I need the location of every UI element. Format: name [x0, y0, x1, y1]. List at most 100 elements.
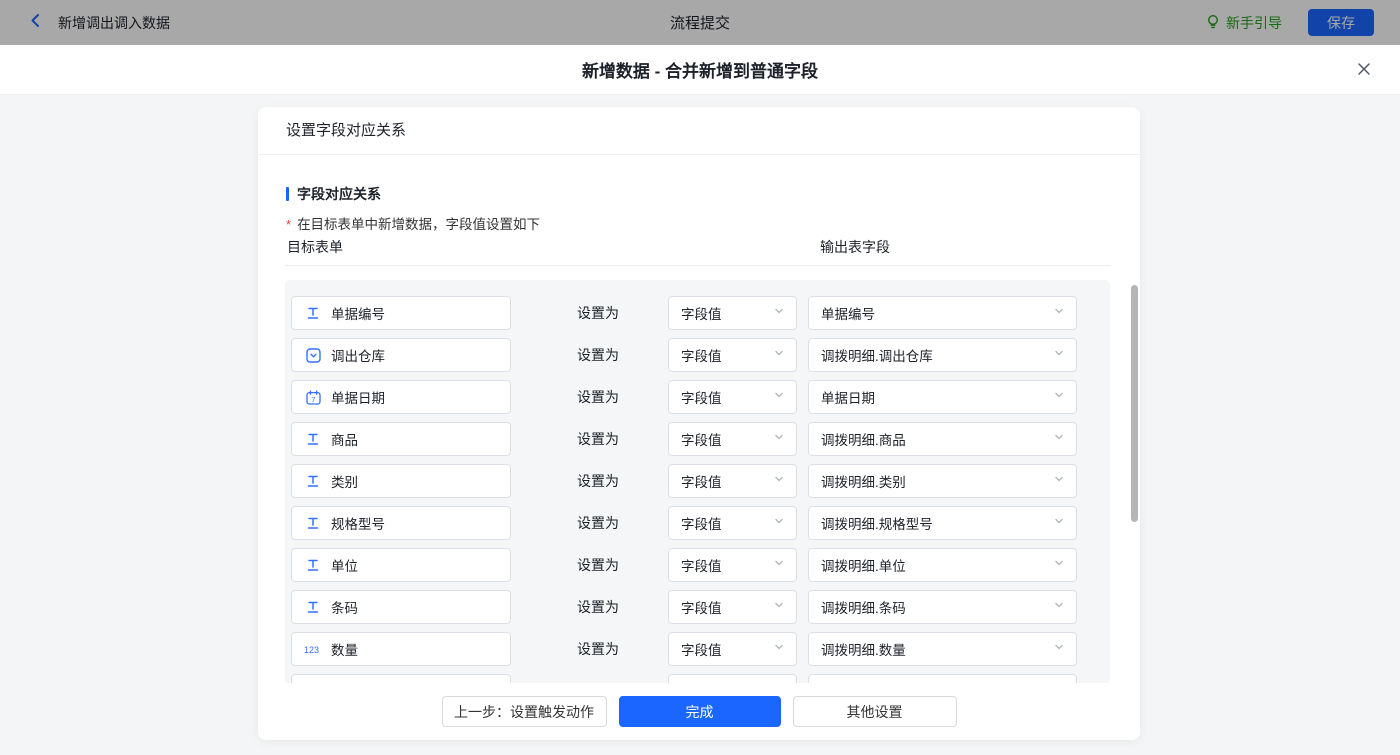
target-field-select[interactable]: 单据编号 [808, 296, 1077, 330]
value-type-select[interactable]: 字段值 [668, 338, 797, 372]
value-type-select[interactable]: 字段值 [668, 632, 797, 666]
modal-body: 设置字段对应关系 字段对应关系 *在目标表单中新增数据，字段值设置如下 目标表单… [0, 95, 1400, 755]
text-field-icon [304, 515, 322, 531]
source-field-input[interactable]: 7 123 条码 [291, 590, 511, 624]
field-mapping-row-partial [291, 674, 1110, 683]
target-field-select[interactable]: 调拨明细.条码 [808, 590, 1077, 624]
target-field-select[interactable] [808, 674, 1077, 683]
modal-title: 新增数据 - 合并新增到普通字段 [582, 57, 818, 82]
source-field-input[interactable]: 7 123 规格型号 [291, 506, 511, 540]
set-as-label: 设置为 [577, 506, 639, 540]
source-field-input[interactable] [291, 674, 511, 683]
set-as-label: 设置为 [577, 380, 639, 414]
other-settings-button[interactable]: 其他设置 [793, 696, 957, 727]
target-field-selected: 调拨明细.数量 [821, 639, 906, 659]
target-field-select[interactable]: 调拨明细.类别 [808, 464, 1077, 498]
text-field-icon [304, 305, 322, 321]
set-as-label: 设置为 [577, 464, 639, 498]
chevron-down-icon [772, 430, 786, 449]
previous-step-button[interactable]: 上一步：设置触发动作 [442, 696, 607, 727]
target-field-selected: 单据日期 [821, 387, 875, 407]
date-field-icon: 7 [304, 389, 322, 405]
source-field-input[interactable]: 7 123 类别 [291, 464, 511, 498]
value-type-select[interactable] [668, 674, 797, 683]
chevron-down-icon [1052, 598, 1066, 617]
chevron-down-icon [772, 514, 786, 533]
value-type-selected: 字段值 [681, 471, 722, 491]
source-field-input[interactable]: 7 123 商品 [291, 422, 511, 456]
modal-dim-overlay [0, 0, 1400, 45]
text-field-icon [304, 599, 322, 615]
target-field-selected: 调拨明细.类别 [821, 471, 906, 491]
chevron-down-icon [1052, 640, 1066, 659]
close-icon [1356, 61, 1372, 80]
field-mapping-list: 7 123 单据编号 设置为 字段值 单据编号 [285, 280, 1110, 683]
scrollbar-thumb[interactable] [1131, 285, 1138, 522]
svg-text:123: 123 [304, 645, 319, 655]
source-field-input[interactable]: 7 123 单据编号 [291, 296, 511, 330]
target-field-select[interactable]: 单据日期 [808, 380, 1077, 414]
number-field-icon: 123 [304, 641, 322, 657]
field-mapping-row: 7 123 单据编号 设置为 字段值 单据编号 [291, 296, 1110, 338]
set-as-label: 设置为 [577, 296, 639, 330]
chevron-down-icon [772, 304, 786, 323]
value-type-selected: 字段值 [681, 387, 722, 407]
field-mapping-row: 7 123 条码 设置为 字段值 调拨明细.条码 [291, 590, 1110, 632]
value-type-select[interactable]: 字段值 [668, 380, 797, 414]
source-field-label: 数量 [331, 639, 358, 659]
target-field-select[interactable]: 调拨明细.商品 [808, 422, 1077, 456]
target-field-select[interactable]: 调拨明细.单位 [808, 548, 1077, 582]
source-field-label: 调出仓库 [331, 345, 385, 365]
target-field-selected: 调拨明细.调出仓库 [821, 345, 933, 365]
value-type-select[interactable]: 字段值 [668, 422, 797, 456]
svg-text:7: 7 [311, 395, 315, 404]
done-button[interactable]: 完成 [619, 696, 781, 727]
source-field-label: 单位 [331, 555, 358, 575]
section-title: 字段对应关系 [286, 184, 381, 204]
value-type-select[interactable]: 字段值 [668, 296, 797, 330]
card-footer: 上一步：设置触发动作 完成 其他设置 [258, 683, 1140, 740]
column-headers: 目标表单 输出表字段 [286, 237, 1112, 257]
field-mapping-row: 7 123 数量 设置为 字段值 调拨明细.数量 [291, 632, 1110, 674]
field-mapping-card: 设置字段对应关系 字段对应关系 *在目标表单中新增数据，字段值设置如下 目标表单… [258, 107, 1140, 740]
chevron-down-icon [1052, 388, 1066, 407]
text-field-icon [304, 473, 322, 489]
source-field-input[interactable]: 7 123 单位 [291, 548, 511, 582]
value-type-selected: 字段值 [681, 555, 722, 575]
value-type-select[interactable]: 字段值 [668, 548, 797, 582]
target-field-selected: 调拨明细.规格型号 [821, 513, 933, 533]
value-type-select[interactable]: 字段值 [668, 590, 797, 624]
set-as-label: 设置为 [577, 632, 639, 666]
value-type-selected: 字段值 [681, 429, 722, 449]
column-header-target-form: 目标表单 [287, 237, 343, 257]
close-button[interactable] [1352, 58, 1376, 82]
field-mapping-row: 7 123 规格型号 设置为 字段值 调拨明细.规格型号 [291, 506, 1110, 548]
chevron-down-icon [772, 346, 786, 365]
target-field-selected: 调拨明细.条码 [821, 597, 906, 617]
field-mapping-row: 7 123 单据日期 设置为 字段值 单据日期 [291, 380, 1110, 422]
chevron-down-icon [1052, 556, 1066, 575]
source-field-label: 类别 [331, 471, 358, 491]
chevron-down-icon [772, 472, 786, 491]
source-field-label: 条码 [331, 597, 358, 617]
target-field-select[interactable]: 调拨明细.调出仓库 [808, 338, 1077, 372]
field-mapping-row: 7 123 商品 设置为 字段值 调拨明细.商品 [291, 422, 1110, 464]
source-field-input[interactable]: 7 123 单据日期 [291, 380, 511, 414]
value-type-selected: 字段值 [681, 303, 722, 323]
target-field-selected: 调拨明细.商品 [821, 429, 906, 449]
field-mapping-row: 7 123 单位 设置为 字段值 调拨明细.单位 [291, 548, 1110, 590]
value-type-selected: 字段值 [681, 513, 722, 533]
value-type-select[interactable]: 字段值 [668, 506, 797, 540]
value-type-select[interactable]: 字段值 [668, 464, 797, 498]
text-field-icon [304, 431, 322, 447]
source-field-input[interactable]: 7 123 调出仓库 [291, 338, 511, 372]
target-field-select[interactable]: 调拨明细.数量 [808, 632, 1077, 666]
source-field-label: 单据编号 [331, 303, 385, 323]
set-as-label: 设置为 [577, 422, 639, 456]
chevron-down-icon [772, 556, 786, 575]
value-type-selected: 字段值 [681, 597, 722, 617]
chevron-down-icon [772, 598, 786, 617]
section-accent-bar [286, 187, 289, 201]
target-field-select[interactable]: 调拨明细.规格型号 [808, 506, 1077, 540]
source-field-input[interactable]: 7 123 数量 [291, 632, 511, 666]
